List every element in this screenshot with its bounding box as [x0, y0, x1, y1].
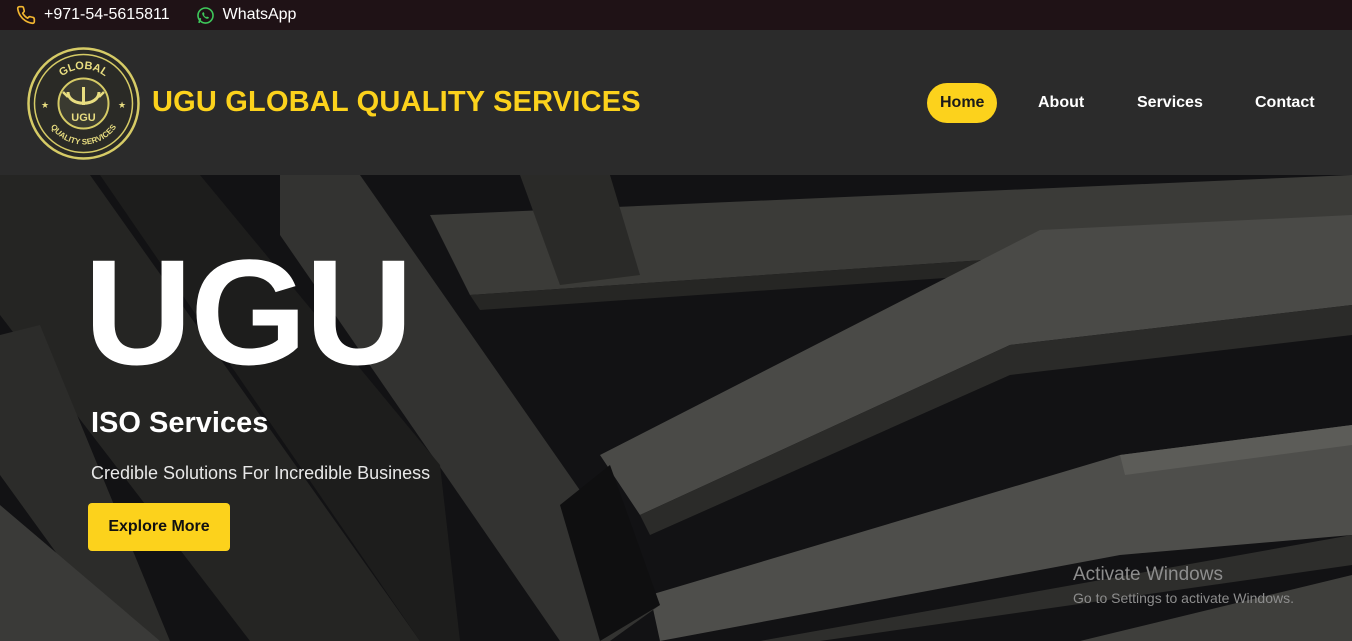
- whatsapp-icon: [196, 6, 215, 25]
- hero-tagline: Credible Solutions For Incredible Busine…: [91, 463, 431, 483]
- logo-center-text: UGU: [71, 112, 96, 124]
- svg-text:★: ★: [41, 100, 49, 110]
- hero-section: UGU ISO Services Credible Solutions For …: [0, 175, 1352, 641]
- hero-subtitle: ISO Services: [91, 407, 269, 439]
- site-logo[interactable]: GLOBAL QUALITY SERVICES UGU ★ ★: [27, 47, 140, 160]
- phone-number: +971-54-5615811: [44, 6, 170, 23]
- activate-windows-watermark: Activate Windows Go to Settings to activ…: [1073, 564, 1294, 606]
- phone-link[interactable]: +971-54-5615811: [16, 5, 170, 25]
- nav-services[interactable]: Services: [1137, 83, 1203, 123]
- brand-name[interactable]: UGU GLOBAL QUALITY SERVICES: [152, 86, 641, 119]
- hero-title: UGU: [84, 228, 413, 396]
- whatsapp-label: WhatsApp: [222, 6, 297, 23]
- explore-more-button[interactable]: Explore More: [88, 503, 230, 551]
- watermark-subtitle: Go to Settings to activate Windows.: [1073, 590, 1294, 606]
- nav-contact[interactable]: Contact: [1255, 83, 1315, 123]
- nav-home[interactable]: Home: [927, 83, 998, 123]
- site-header: GLOBAL QUALITY SERVICES UGU ★ ★ UGU GLOB…: [0, 30, 1352, 175]
- whatsapp-link[interactable]: WhatsApp: [196, 6, 297, 25]
- svg-text:★: ★: [118, 100, 126, 110]
- top-contact-bar: +971-54-5615811 WhatsApp: [0, 0, 1352, 30]
- watermark-title: Activate Windows: [1073, 564, 1223, 585]
- nav-about[interactable]: About: [1038, 83, 1084, 123]
- phone-icon: [16, 5, 36, 25]
